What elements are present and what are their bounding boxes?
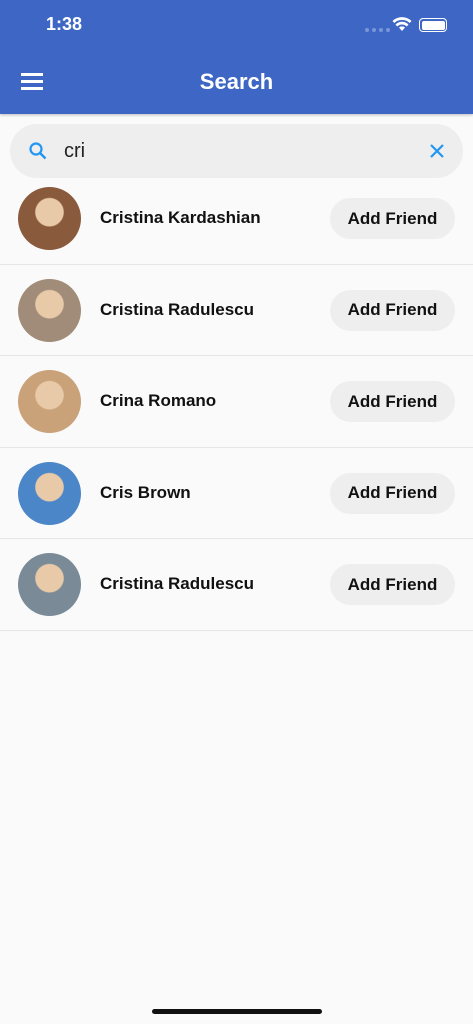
search-icon <box>29 142 47 160</box>
wifi-icon <box>392 17 412 31</box>
status-time: 1:38 <box>46 14 83 34</box>
result-name: Cris Brown <box>100 482 191 502</box>
list-item[interactable]: Cristina Radulescu Add Friend <box>0 265 473 356</box>
result-name: Cristina Radulescu <box>100 299 254 319</box>
avatar <box>18 278 81 342</box>
avatar <box>18 461 81 525</box>
add-friend-button[interactable]: Add Friend <box>330 198 455 239</box>
battery-icon <box>419 18 447 32</box>
add-friend-button[interactable]: Add Friend <box>330 564 455 605</box>
result-name: Cristina Radulescu <box>100 574 254 593</box>
avatar <box>18 370 81 433</box>
result-name: Cristina Kardashian <box>100 208 261 227</box>
list-item[interactable]: Cristina Kardashian Add Friend <box>0 173 473 265</box>
clear-icon[interactable] <box>428 142 446 160</box>
search-input[interactable] <box>64 136 404 166</box>
result-name: Crina Romano <box>100 391 217 410</box>
list-item[interactable]: Crina Romano Add Friend <box>0 356 473 448</box>
avatar <box>18 187 81 250</box>
add-friend-button[interactable]: Add Friend <box>330 289 455 331</box>
signal-icon <box>365 28 390 32</box>
search-bar <box>10 124 463 178</box>
app-header: 1:38 Search <box>0 0 473 114</box>
avatar <box>18 553 81 616</box>
list-item[interactable]: Cris Brown Add Friend <box>0 448 473 539</box>
page-title: Search <box>199 69 274 94</box>
list-item[interactable]: Cristina Radulescu Add Friend <box>0 539 473 631</box>
add-friend-button[interactable]: Add Friend <box>330 472 455 514</box>
home-indicator[interactable] <box>152 1009 322 1014</box>
add-friend-button[interactable]: Add Friend <box>330 381 455 422</box>
